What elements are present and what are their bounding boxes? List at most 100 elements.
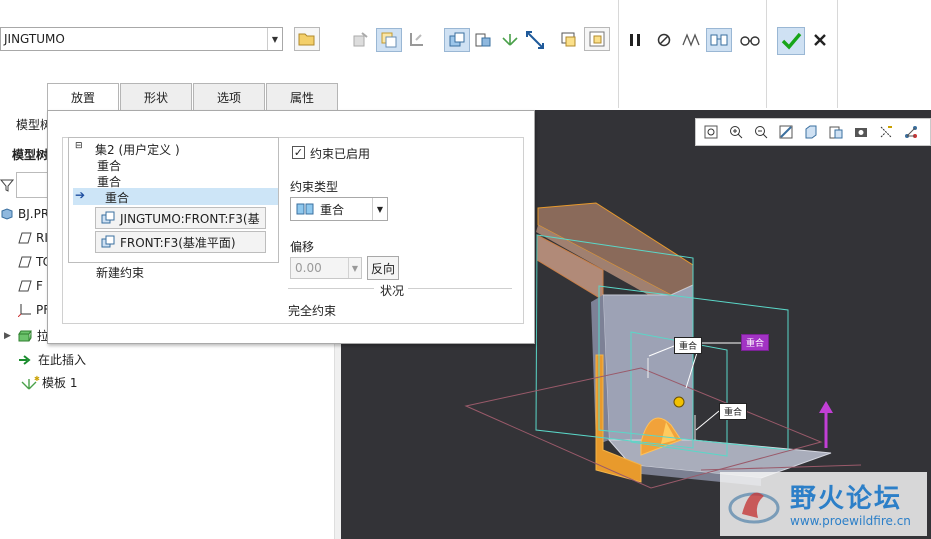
mechanism-button[interactable] bbox=[497, 28, 523, 52]
spin-center-button[interactable] bbox=[900, 121, 922, 143]
constraint-type-label: 约束类型 bbox=[290, 180, 339, 194]
constraint-enabled-checkbox[interactable]: ✓ bbox=[292, 146, 305, 159]
constraint-set-label[interactable]: 集2 (用户定义 ) bbox=[95, 141, 180, 158]
datum-plane-icon bbox=[18, 232, 32, 244]
filter-icon[interactable] bbox=[0, 178, 14, 192]
preview-button[interactable] bbox=[678, 28, 704, 52]
flame-logo-icon bbox=[728, 492, 780, 524]
tree-item-csys[interactable]: PF bbox=[18, 303, 50, 317]
close-button[interactable] bbox=[807, 28, 833, 52]
repaint-button[interactable] bbox=[775, 121, 797, 143]
open-folder-icon bbox=[298, 33, 315, 46]
user-defined-button[interactable] bbox=[444, 28, 470, 52]
tree-item-right[interactable]: RI bbox=[18, 231, 48, 245]
copy-placement-button[interactable] bbox=[404, 28, 430, 52]
tree-item-extrude[interactable]: ▶ 拉 bbox=[4, 327, 49, 344]
constraint-type-select[interactable]: 重合 ▼ bbox=[290, 197, 388, 221]
offset-label: 偏移 bbox=[290, 240, 315, 254]
collapse-icon[interactable]: ⊟ bbox=[75, 141, 83, 151]
view-manager-button[interactable] bbox=[850, 121, 872, 143]
datum-display-icon bbox=[880, 126, 892, 138]
expand-icon[interactable]: ▶ bbox=[4, 331, 11, 341]
placement-panel: ⊟ 集2 (用户定义 ) 重合 重合 ➔ 重合 JINGTUMO:FRONT:F… bbox=[47, 110, 535, 344]
template-combo-value: JINGTUMO bbox=[4, 32, 65, 46]
ribbon-separator bbox=[837, 0, 838, 108]
cancel-circle-button[interactable] bbox=[651, 28, 677, 52]
tab-shape[interactable]: 形状 bbox=[120, 83, 192, 110]
datum-display-button[interactable] bbox=[875, 121, 897, 143]
tab-properties[interactable]: 属性 bbox=[266, 83, 338, 110]
ribbon-separator bbox=[618, 0, 619, 108]
constraint-tag-active[interactable]: 重合 bbox=[741, 334, 770, 351]
assembly-ref-icon bbox=[101, 235, 115, 248]
constraint-item-selected[interactable] bbox=[73, 188, 278, 205]
model-tree-header[interactable]: 模型树 bbox=[0, 116, 52, 133]
show-component-button[interactable] bbox=[556, 28, 582, 52]
model-tree-icon bbox=[0, 119, 10, 131]
move-drag-button[interactable] bbox=[522, 28, 548, 52]
constraint-item-selected-label: 重合 bbox=[105, 191, 130, 205]
constraint-item[interactable]: 重合 bbox=[97, 157, 121, 174]
package-button[interactable] bbox=[470, 28, 496, 52]
template-combo[interactable]: JINGTUMO ▼ bbox=[0, 27, 283, 51]
dashboard-tabs: 放置 形状 选项 属性 bbox=[47, 83, 339, 111]
confirm-button[interactable] bbox=[777, 27, 805, 55]
offset-input[interactable]: 0.00 ▼ bbox=[290, 257, 362, 279]
watermark: 野火论坛 www.proewildfire.cn bbox=[720, 472, 927, 536]
constraint-tag[interactable]: 重合 bbox=[674, 337, 703, 354]
reference-collector-assembly[interactable]: FRONT:F3(基准平面) bbox=[95, 231, 266, 253]
check-glasses-button[interactable] bbox=[706, 28, 732, 52]
view-toolbar bbox=[695, 118, 931, 146]
insert-arrow-icon bbox=[19, 354, 31, 365]
view-glasses-button[interactable] bbox=[737, 28, 763, 52]
pause-button[interactable] bbox=[622, 28, 648, 52]
model-tree-subheader: 模型树 bbox=[12, 148, 49, 162]
flip-button[interactable]: 反向 bbox=[367, 256, 399, 280]
chevron-down-icon[interactable]: ▼ bbox=[348, 258, 361, 278]
constraint-type-value: 重合 bbox=[320, 202, 345, 217]
confirm-check-icon bbox=[781, 32, 802, 50]
coincident-icon bbox=[296, 203, 314, 215]
display-style-button[interactable] bbox=[800, 121, 822, 143]
tree-item-insert-here[interactable]: 在此插入 bbox=[18, 351, 86, 368]
close-x-icon bbox=[814, 34, 826, 46]
move-drag-icon bbox=[526, 31, 544, 49]
saved-views-button[interactable] bbox=[825, 121, 847, 143]
coordinate-system-icon bbox=[18, 304, 31, 317]
svg-text:✱: ✱ bbox=[34, 375, 40, 383]
extrude-icon bbox=[17, 330, 32, 341]
view-manager-icon bbox=[855, 128, 867, 137]
new-constraint-link[interactable]: 新建约束 bbox=[96, 264, 144, 281]
display-style-icon bbox=[805, 125, 817, 139]
constraint-tag[interactable]: 重合 bbox=[719, 403, 748, 420]
refit-button[interactable] bbox=[700, 121, 722, 143]
saved-views-icon bbox=[829, 126, 843, 139]
constraint-enabled-label: 约束已启用 bbox=[310, 147, 371, 161]
zoom-out-button[interactable] bbox=[750, 121, 772, 143]
part-icon bbox=[1, 208, 13, 220]
component-interface-button[interactable] bbox=[348, 28, 374, 52]
zoom-in-button[interactable] bbox=[725, 121, 747, 143]
tab-options[interactable]: 选项 bbox=[193, 83, 265, 110]
assembly-button[interactable] bbox=[376, 28, 402, 52]
offset-value: 0.00 bbox=[295, 261, 322, 275]
chevron-down-icon[interactable]: ▼ bbox=[372, 198, 387, 220]
preview-icon bbox=[682, 33, 700, 47]
package-icon bbox=[475, 33, 491, 47]
chevron-down-icon[interactable]: ▼ bbox=[267, 28, 282, 50]
tree-item-front[interactable]: F bbox=[18, 279, 43, 293]
current-arrow-icon: ➔ bbox=[75, 188, 86, 202]
tree-item-part[interactable]: BJ.PR bbox=[0, 207, 49, 221]
view-glasses-icon bbox=[740, 36, 760, 46]
open-folder-button[interactable] bbox=[294, 27, 320, 51]
tab-placement[interactable]: 放置 bbox=[47, 83, 119, 111]
tree-item-template[interactable]: ✱ 模板 1 bbox=[18, 374, 77, 391]
status-divider bbox=[408, 288, 512, 289]
user-defined-icon bbox=[449, 32, 465, 47]
separate-window-button[interactable] bbox=[584, 27, 610, 51]
show-component-icon bbox=[561, 32, 576, 47]
reference-collector-component[interactable]: JINGTUMO:FRONT:F3(基 bbox=[95, 207, 266, 229]
cancel-circle-icon bbox=[657, 33, 671, 47]
datum-plane-icon bbox=[18, 256, 32, 268]
refit-icon bbox=[704, 125, 718, 139]
